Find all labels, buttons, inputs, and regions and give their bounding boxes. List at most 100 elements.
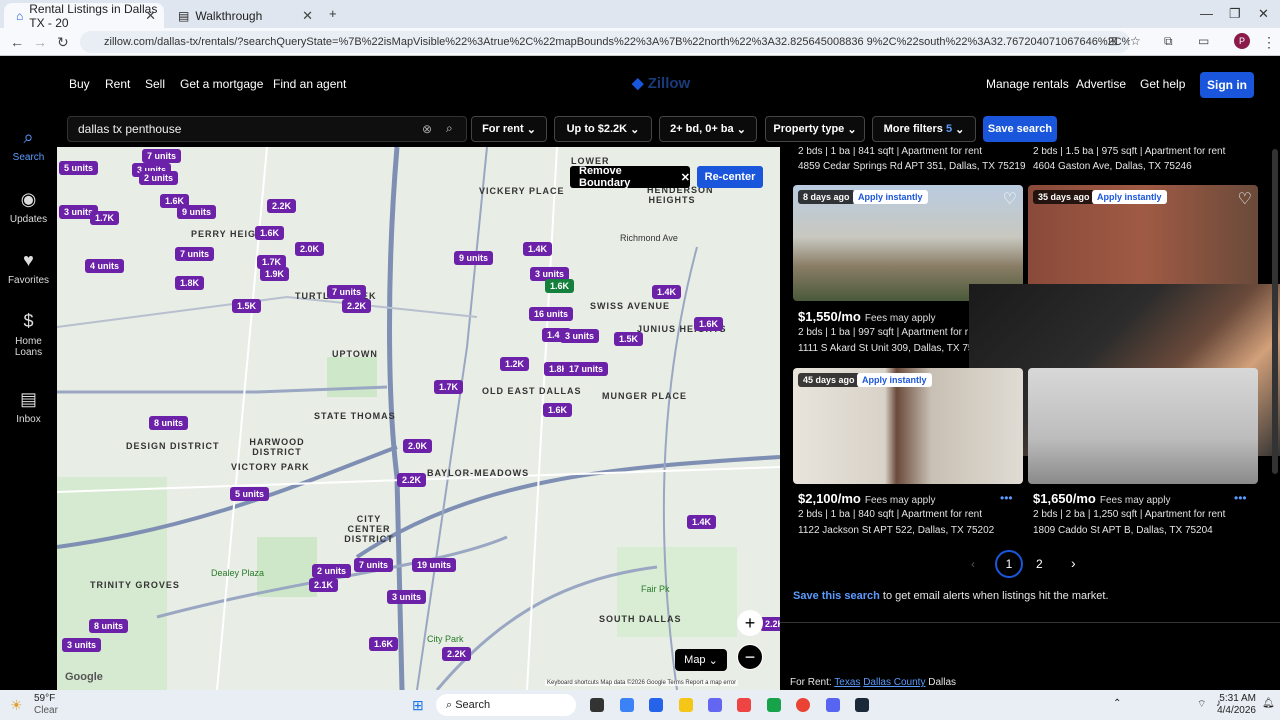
map-pin[interactable]: 1.5K [232,299,262,313]
map-pin[interactable]: 2.0K [295,242,325,256]
new-tab-icon[interactable]: + [329,6,337,21]
map-pin[interactable]: 9 units [454,251,494,265]
tab-rental-listings[interactable]: ⌂ Rental Listings in Dallas TX - 20 ✕ [4,2,164,30]
map-pin[interactable]: 2 units [312,564,352,578]
price-dropdown[interactable]: Up to $2.2K ⌄ [554,116,652,142]
map-pin[interactable]: 2.2K [397,473,427,487]
map-pin[interactable]: 2.0K [403,439,433,453]
listing-photo[interactable]: 45 days ago Apply instantly [793,368,1023,484]
nav-rent[interactable]: Rent [105,77,130,91]
listing-address[interactable]: 4859 Cedar Springs Rd APT 351, Dallas, T… [798,161,1026,172]
zillow-logo[interactable]: ◆ Zillow [632,74,690,92]
map-pin[interactable]: 16 units [529,307,574,321]
app-icon[interactable] [620,698,634,712]
more-filters-dropdown[interactable]: More filters 5 ⌄ [872,116,976,142]
maximize-icon[interactable]: ❐ [1229,6,1241,22]
menu-dots-icon[interactable]: ⋮ [1262,34,1276,51]
breadcrumb-texas[interactable]: Texas [834,677,860,688]
windows-start-icon[interactable]: ⊞ [412,697,424,714]
page-2-button[interactable]: 2 [1036,557,1043,571]
map-pin[interactable]: 2.2K [267,199,297,213]
map-pin[interactable]: 5 units [230,487,270,501]
map-pin[interactable]: 1.6K [160,194,190,208]
map-pin[interactable]: 1.6K [255,226,285,240]
nav-sell[interactable]: Sell [145,77,165,91]
save-this-search-link[interactable]: Save this search [793,590,880,602]
clock-time[interactable]: 5:31 AM [1206,693,1256,704]
more-options-icon[interactable]: ••• [1234,491,1247,505]
nav-get-a-mortgage[interactable]: Get a mortgage [180,77,263,91]
heart-icon[interactable]: ♡ [1003,189,1017,209]
sidebar-item-favorites[interactable]: ♥ Favorites [0,250,57,286]
tab-walkthrough[interactable]: ▤ Walkthrough ✕ [166,3,321,28]
map-pin[interactable]: 1.8K [175,276,205,290]
notifications-icon[interactable]: 🔔︎ [1262,698,1275,709]
translate-icon[interactable]: ⊞ [1108,34,1118,48]
nav-advertise[interactable]: Advertise [1076,77,1126,91]
map-pin[interactable]: 3 units [62,638,102,652]
sidebar-item-home-loans[interactable]: $ Home Loans [0,311,57,358]
map-pin[interactable]: 4 units [85,259,125,273]
chrome-icon[interactable] [796,698,810,712]
nav-find-an-agent[interactable]: Find an agent [273,77,346,91]
remove-boundary-button[interactable]: Remove Boundary ✕ [570,165,690,189]
map-pin[interactable]: 5 units [59,161,99,175]
steam-icon[interactable] [855,698,869,712]
map-pin[interactable]: 3 units [560,329,600,343]
map-toggle-dropdown[interactable]: Map ⌄ [675,649,727,671]
listing-address[interactable]: 1809 Caddo St APT B, Dallas, TX 75204 [1033,525,1213,536]
recenter-button[interactable]: Re-center [697,166,763,188]
beds-baths-dropdown[interactable]: 2+ bd, 0+ ba ⌄ [659,116,757,142]
map-pin[interactable]: 1.6K [694,317,724,331]
scrollbar[interactable] [1272,149,1278,474]
sidepanel-icon[interactable]: ▭ [1198,34,1209,48]
map-pin[interactable]: 3 units [387,590,427,604]
map-pin[interactable]: 2.2K [342,299,372,313]
reload-icon[interactable]: ↻ [57,34,69,51]
weather-temp[interactable]: 59°F [34,693,55,704]
map-pin[interactable]: 2 units [139,171,179,185]
app-icon[interactable] [767,698,781,712]
zoom-out-button[interactable]: − [737,644,763,670]
map-pin[interactable]: 1.7K [90,211,120,225]
map-pin[interactable]: 1.6K [369,637,399,651]
next-page-icon[interactable]: › [1071,555,1076,571]
bookmark-star-icon[interactable]: ☆ [1130,34,1141,48]
map-pin[interactable]: 19 units [412,558,457,572]
listing-photo[interactable] [1028,368,1258,484]
minimize-icon[interactable]: — [1200,6,1213,21]
url-field[interactable]: zillow.com/dallas-tx/rentals/?searchQuer… [80,31,1130,53]
page-1-button[interactable]: 1 [995,550,1023,578]
map-pin[interactable]: 7 units [175,247,215,261]
app-icon[interactable] [649,698,663,712]
listing-address[interactable]: 1122 Jackson St APT 522, Dallas, TX 7520… [798,525,994,536]
map-pin[interactable]: 7 units [354,558,394,572]
map-pin[interactable]: 1.4K [523,242,553,256]
zoom-in-button[interactable]: + [737,610,763,636]
map-pin[interactable]: 2.2K [442,647,472,661]
map-pin[interactable]: 8 units [89,619,129,633]
map-pin[interactable]: 17 units [564,362,609,376]
forward-icon[interactable]: → [33,34,47,50]
property-type-dropdown[interactable]: Property type ⌄ [765,116,865,142]
map-pin[interactable]: 2.2K [760,617,780,631]
map-pin[interactable]: 1.9K [260,267,290,281]
map-pin-selected[interactable]: 1.6K [545,279,575,293]
map-pin[interactable]: 2.1K [309,578,339,592]
prev-page-icon[interactable]: ‹ [971,557,975,571]
save-search-button[interactable]: Save search [983,116,1057,142]
brave-icon[interactable] [737,698,751,712]
file-explorer-icon[interactable] [679,698,693,712]
close-tab-icon[interactable]: ✕ [145,8,156,24]
nav-get-help[interactable]: Get help [1140,77,1185,91]
extensions-icon[interactable]: ⧉ [1164,34,1173,49]
taskbar-search[interactable]: ⌕ Search [436,694,576,716]
task-view-icon[interactable] [590,698,604,712]
teams-icon[interactable] [708,698,722,712]
search-icon[interactable]: ⌕ [446,121,453,136]
map-attribution[interactable]: Keyboard shortcuts Map data ©2026 Google… [545,680,739,686]
map-pin[interactable]: 8 units [149,416,189,430]
listing-address[interactable]: 4604 Gaston Ave, Dallas, TX 75246 [1033,161,1192,172]
map-pin[interactable]: 1.2K [500,357,530,371]
back-icon[interactable]: ← [10,34,24,50]
